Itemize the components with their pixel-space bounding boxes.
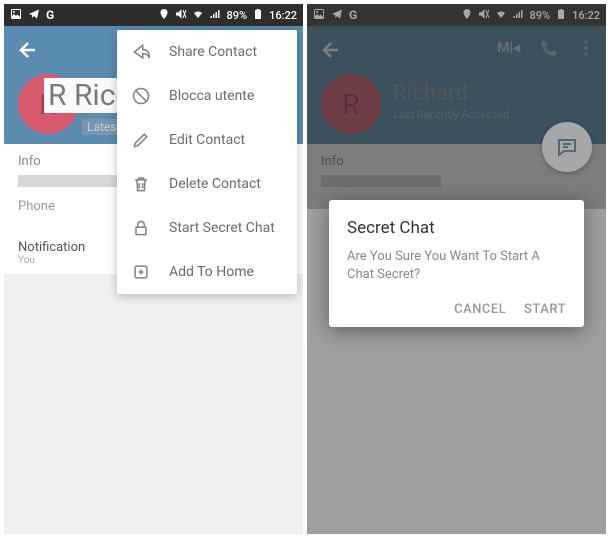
image-icon xyxy=(10,8,22,23)
battery-icon xyxy=(252,8,264,23)
menu-label: Share Contact xyxy=(169,44,257,60)
share-icon xyxy=(131,42,151,62)
menu-label: Add To Home xyxy=(169,264,254,280)
menu-start-secret-chat[interactable]: Start Secret Chat xyxy=(117,206,297,250)
trash-icon xyxy=(131,174,151,194)
dialog-cancel-button[interactable]: CANCEL xyxy=(454,302,506,317)
mute-icon xyxy=(175,8,187,23)
menu-delete-contact[interactable]: Delete Contact xyxy=(117,162,297,206)
menu-label: Start Secret Chat xyxy=(169,220,275,236)
menu-block-user[interactable]: Blocca utente xyxy=(117,74,297,118)
google-icon: G xyxy=(46,8,54,22)
status-bar: G 89% 16:22 xyxy=(4,4,303,26)
battery-percent: 89% xyxy=(226,9,247,22)
menu-label: Blocca utente xyxy=(169,88,254,104)
block-icon xyxy=(131,86,151,106)
dialog-body: Are You Sure You Want To Start A Chat Se… xyxy=(347,248,566,284)
screen-left: G 89% 16:22 R R Ricca Latest Info Phone … xyxy=(4,4,303,534)
menu-add-to-home[interactable]: Add To Home xyxy=(117,250,297,294)
overflow-menu: Share Contact Blocca utente Edit Contact… xyxy=(117,30,297,294)
back-button[interactable] xyxy=(16,38,40,62)
screen-right: G 89% 16:22 M|◂ R Richard Last Recently … xyxy=(307,4,606,534)
dialog-title: Secret Chat xyxy=(347,218,566,238)
menu-label: Edit Contact xyxy=(169,132,245,148)
secret-chat-dialog: Secret Chat Are You Sure You Want To Sta… xyxy=(329,200,584,327)
lock-icon xyxy=(131,218,151,238)
add-home-icon xyxy=(131,262,151,282)
menu-label: Delete Contact xyxy=(169,176,261,192)
menu-edit-contact[interactable]: Edit Contact xyxy=(117,118,297,162)
location-icon xyxy=(158,8,170,23)
menu-share-contact[interactable]: Share Contact xyxy=(117,30,297,74)
pencil-icon xyxy=(131,130,151,150)
signal-icon xyxy=(209,8,221,23)
wifi-icon xyxy=(192,8,204,23)
clock-time: 16:22 xyxy=(269,9,297,22)
telegram-icon xyxy=(28,8,40,23)
dialog-start-button[interactable]: START xyxy=(524,302,566,317)
